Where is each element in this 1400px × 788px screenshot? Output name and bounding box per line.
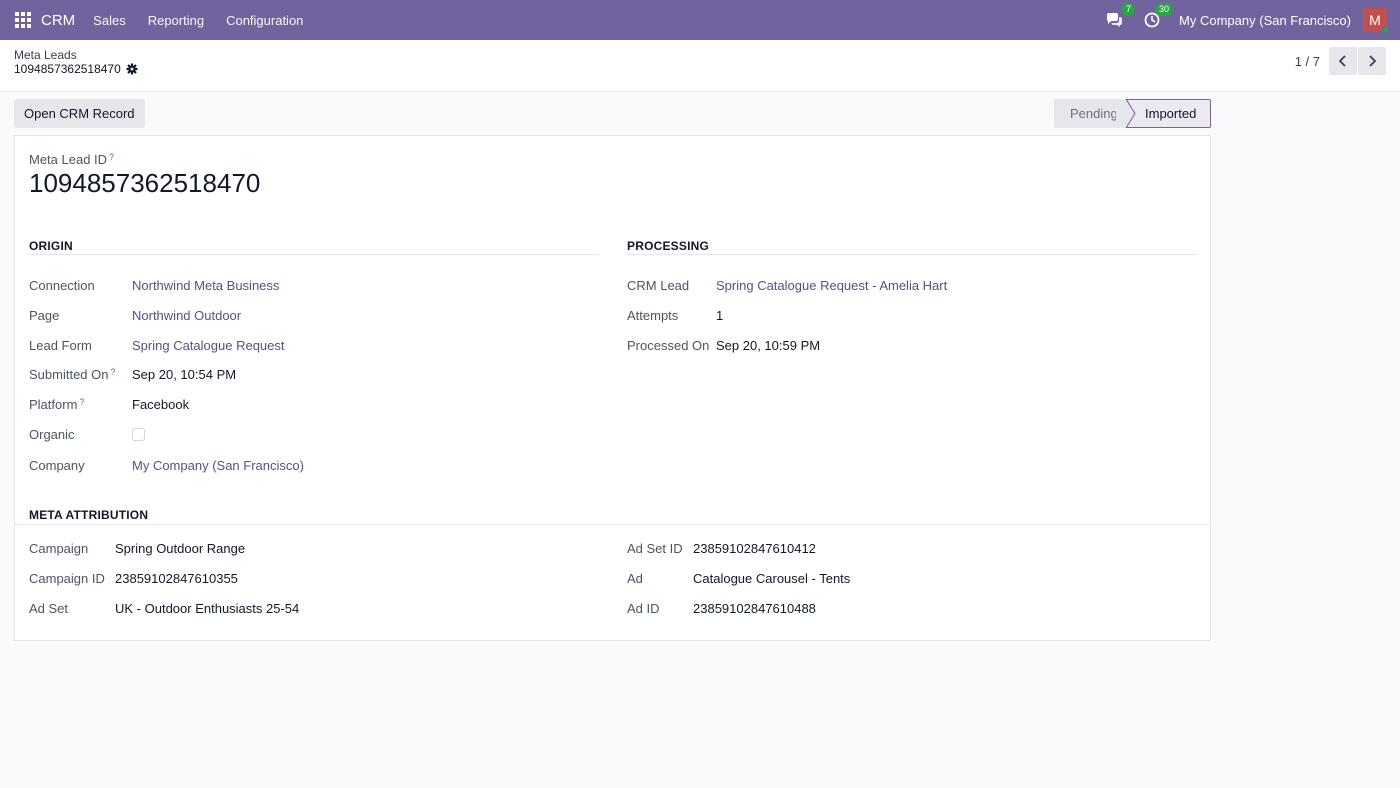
field-ad-set-id: Ad Set ID 23859102847610412 [627,538,816,558]
field-platform: Platform? Facebook [29,394,189,414]
origin-divider [29,254,599,255]
connection-label: Connection [29,277,95,293]
field-campaign: Campaign Spring Outdoor Range [29,538,245,558]
breadcrumb-meta-leads[interactable]: Meta Leads [14,48,77,62]
campaign-label: Campaign [29,540,89,556]
processing-divider [627,254,1197,255]
platform-label-text: Platform [29,396,78,412]
field-submitted-on: Submitted On? Sep 20, 10:54 PM [29,364,236,384]
crm-lead-value[interactable]: Spring Catalogue Request - Amelia Hart [716,278,947,293]
ad-set-value: UK - Outdoor Enthusiasts 25-54 [115,600,300,616]
messages-icon[interactable]: 7 [1103,3,1136,31]
company-label: Company [29,457,85,473]
field-page: Page Northwind Outdoor [29,305,241,325]
field-connection: Connection Northwind Meta Business [29,275,279,295]
gear-icon[interactable] [126,63,138,75]
organic-label: Organic [29,426,75,442]
ad-value: Catalogue Carousel - Tents [693,570,851,586]
help-tooltip-icon[interactable]: ? [79,397,84,407]
stage-arrow [1116,99,1136,128]
lead-form-label: Lead Form [29,337,92,353]
campaign-value: Spring Outdoor Range [115,540,246,556]
platform-label: Platform? [29,397,132,412]
attempts-value: 1 [716,307,724,323]
campaign-id-value: 23859102847610355 [115,570,238,586]
attempts-label: Attempts [627,307,679,323]
form-sheet: Meta Lead ID? 1094857362518470 ORIGIN Co… [14,135,1211,641]
field-processed-on: Processed On Sep 20, 10:59 PM [627,335,820,355]
submitted-on-label-text: Submitted On [29,366,109,382]
stage-pending-label: Pending [1070,106,1118,121]
lead-form-value[interactable]: Spring Catalogue Request [132,338,285,353]
ad-label: Ad [627,570,643,586]
origin-section-title: ORIGIN [29,239,73,253]
platform-value: Facebook [132,396,190,412]
open-crm-record-button[interactable]: Open CRM Record [14,99,145,128]
meta-lead-id-label-text: Meta Lead ID [29,152,108,167]
submitted-on-label: Submitted On? [29,367,132,382]
field-ad-set: Ad Set UK - Outdoor Enthusiasts 25-54 [29,598,299,618]
stage-imported-label: Imported [1145,106,1197,121]
field-company: Company My Company (San Francisco) [29,455,304,475]
company-switcher[interactable]: My Company (San Francisco) [1179,13,1351,28]
pager-value[interactable]: 1 / 7 [1295,54,1320,69]
ad-id-value: 23859102847610488 [693,600,816,616]
online-status-icon [1381,26,1390,35]
ad-set-id-label: Ad Set ID [627,540,683,556]
meta-lead-id-value[interactable]: 1094857362518470 [29,168,260,199]
ad-set-id-value: 23859102847610412 [693,540,816,556]
record-title: 1094857362518470 [14,62,121,76]
pager-previous-button[interactable] [1329,47,1357,75]
control-panel: Meta Leads 1094857362518470 1 / 7 [0,40,1400,92]
submitted-on-value: Sep 20, 10:54 PM [132,366,237,382]
help-tooltip-icon[interactable]: ? [111,367,116,377]
menu-sales[interactable]: Sales [93,13,126,28]
field-ad-id: Ad ID 23859102847610488 [627,598,816,618]
field-organic: Organic [29,424,145,444]
breadcrumb-current-record: 1094857362518470 [14,62,138,76]
field-campaign-id: Campaign ID 23859102847610355 [29,568,238,588]
help-tooltip-icon[interactable]: ? [109,152,114,162]
activities-badge: 30 [1155,3,1174,16]
top-navbar: CRM Sales Reporting Configuration 7 30 M… [0,0,1400,40]
field-ad: Ad Catalogue Carousel - Tents [627,568,850,588]
ad-set-label: Ad Set [29,600,69,616]
status-bar: Pending Imported [1054,99,1211,128]
stage-imported[interactable]: Imported [1126,99,1211,128]
menu-configuration[interactable]: Configuration [226,13,303,28]
app-brand[interactable]: CRM [41,12,75,29]
ad-id-label: Ad ID [627,600,660,616]
chevron-left-icon [1338,55,1346,67]
meta-lead-id-label: Meta Lead ID? [29,152,114,167]
field-lead-form: Lead Form Spring Catalogue Request [29,335,285,355]
messages-badge: 7 [1122,3,1136,16]
field-attempts: Attempts 1 [627,305,723,325]
attribution-section-title: META ATTRIBUTION [29,508,149,522]
pager-next-button[interactable] [1358,47,1386,75]
page-value[interactable]: Northwind Outdoor [132,308,241,323]
processing-section-title: PROCESSING [627,239,710,253]
avatar-initial: M [1369,12,1381,28]
activities-clock-icon[interactable]: 30 [1141,3,1174,31]
organic-checkbox[interactable] [132,427,145,441]
field-crm-lead: CRM Lead Spring Catalogue Request - Amel… [627,275,947,295]
crm-lead-label: CRM Lead [627,277,690,293]
user-avatar[interactable]: M [1363,8,1390,35]
pager: 1 / 7 [1295,47,1386,75]
company-value[interactable]: My Company (San Francisco) [132,458,304,473]
processed-on-value: Sep 20, 10:59 PM [716,337,821,353]
apps-menu-icon[interactable] [0,0,46,40]
processed-on-label: Processed On [627,337,710,353]
attribution-divider [15,524,1210,525]
connection-value[interactable]: Northwind Meta Business [132,278,279,293]
chevron-right-icon [1369,55,1377,67]
campaign-id-label: Campaign ID [29,570,105,586]
menu-reporting[interactable]: Reporting [148,13,204,28]
page-label: Page [29,307,60,323]
